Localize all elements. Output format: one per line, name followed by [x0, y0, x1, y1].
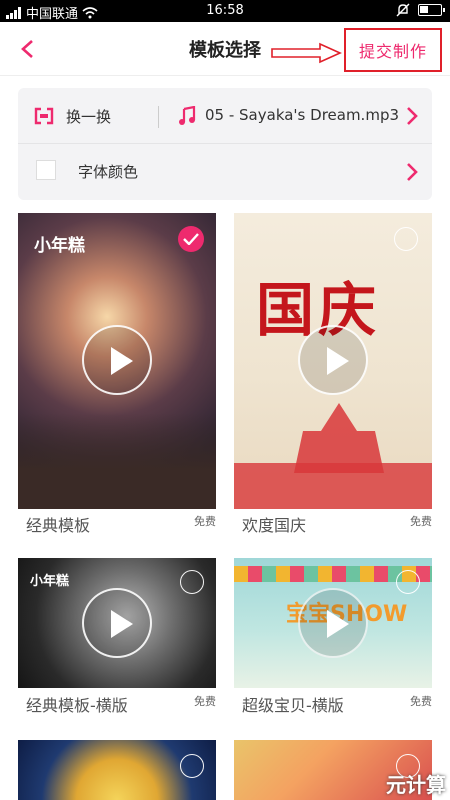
template-thumbnail[interactable] [18, 740, 216, 800]
options-panel: 换一换 05 - Sayaka's Dream.mp3 字体颜色 [18, 88, 432, 200]
play-icon[interactable] [82, 325, 152, 395]
template-thumbnail[interactable]: 国庆 [234, 213, 432, 509]
thumb-logo: 小年糕 [34, 236, 85, 256]
submit-annotation-box: 提交制作 [344, 28, 442, 72]
template-card[interactable]: 宝宝SHOW 超级宝贝-横版 免费 [234, 558, 432, 718]
select-circle-icon[interactable] [396, 570, 420, 594]
template-card[interactable]: 小年糕 经典模板 免费 [18, 213, 216, 543]
font-color-label: 字体颜色 [78, 163, 139, 181]
options-row-switch-music: 换一换 05 - Sayaka's Dream.mp3 [18, 88, 432, 144]
template-thumbnail[interactable]: 宝宝SHOW [234, 558, 432, 688]
music-selector[interactable]: 05 - Sayaka's Dream.mp3 [205, 106, 399, 124]
mute-icon [396, 3, 410, 17]
selected-check-icon[interactable] [178, 226, 204, 252]
switch-button[interactable]: 换一换 [66, 106, 111, 127]
status-time: 16:58 [206, 3, 244, 18]
options-row-font-color[interactable]: 字体颜色 [18, 144, 432, 200]
play-icon[interactable] [298, 588, 368, 658]
annotation-arrow-icon [271, 42, 342, 64]
submit-button[interactable]: 提交制作 [359, 38, 427, 62]
template-price: 免费 [194, 515, 216, 528]
switch-icon[interactable] [34, 107, 54, 125]
select-circle-icon[interactable] [394, 227, 418, 251]
play-icon[interactable] [298, 325, 368, 395]
play-icon[interactable] [82, 588, 152, 658]
template-card[interactable]: 国庆 欢度国庆 免费 [234, 213, 432, 543]
battery-icon [418, 4, 445, 16]
template-title: 超级宝贝-横版 [242, 696, 344, 715]
thumbnail-ground [18, 413, 216, 509]
template-price: 免费 [194, 695, 216, 708]
status-bar: 中国联通 16:58 [0, 0, 450, 22]
template-price: 免费 [410, 515, 432, 528]
template-title: 欢度国庆 [242, 516, 307, 535]
divider [158, 106, 159, 128]
template-card[interactable] [18, 740, 216, 800]
template-card[interactable]: 小年糕 经典模板-横版 免费 [18, 558, 216, 718]
chevron-right-icon[interactable] [406, 106, 418, 126]
select-circle-icon[interactable] [180, 754, 204, 778]
template-price: 免费 [410, 695, 432, 708]
font-color-swatch[interactable] [36, 160, 56, 180]
template-title: 经典模板-横版 [26, 696, 128, 715]
template-thumbnail[interactable]: 小年糕 [18, 558, 216, 688]
thumb-logo: 小年糕 [30, 574, 70, 589]
music-note-icon [179, 106, 196, 125]
chevron-right-icon[interactable] [406, 162, 418, 182]
template-thumbnail[interactable]: 小年糕 [18, 213, 216, 509]
select-circle-icon[interactable] [180, 570, 204, 594]
thumbnail-base [234, 463, 432, 509]
template-title: 经典模板 [26, 516, 91, 535]
watermark: 元计算 [386, 773, 446, 797]
